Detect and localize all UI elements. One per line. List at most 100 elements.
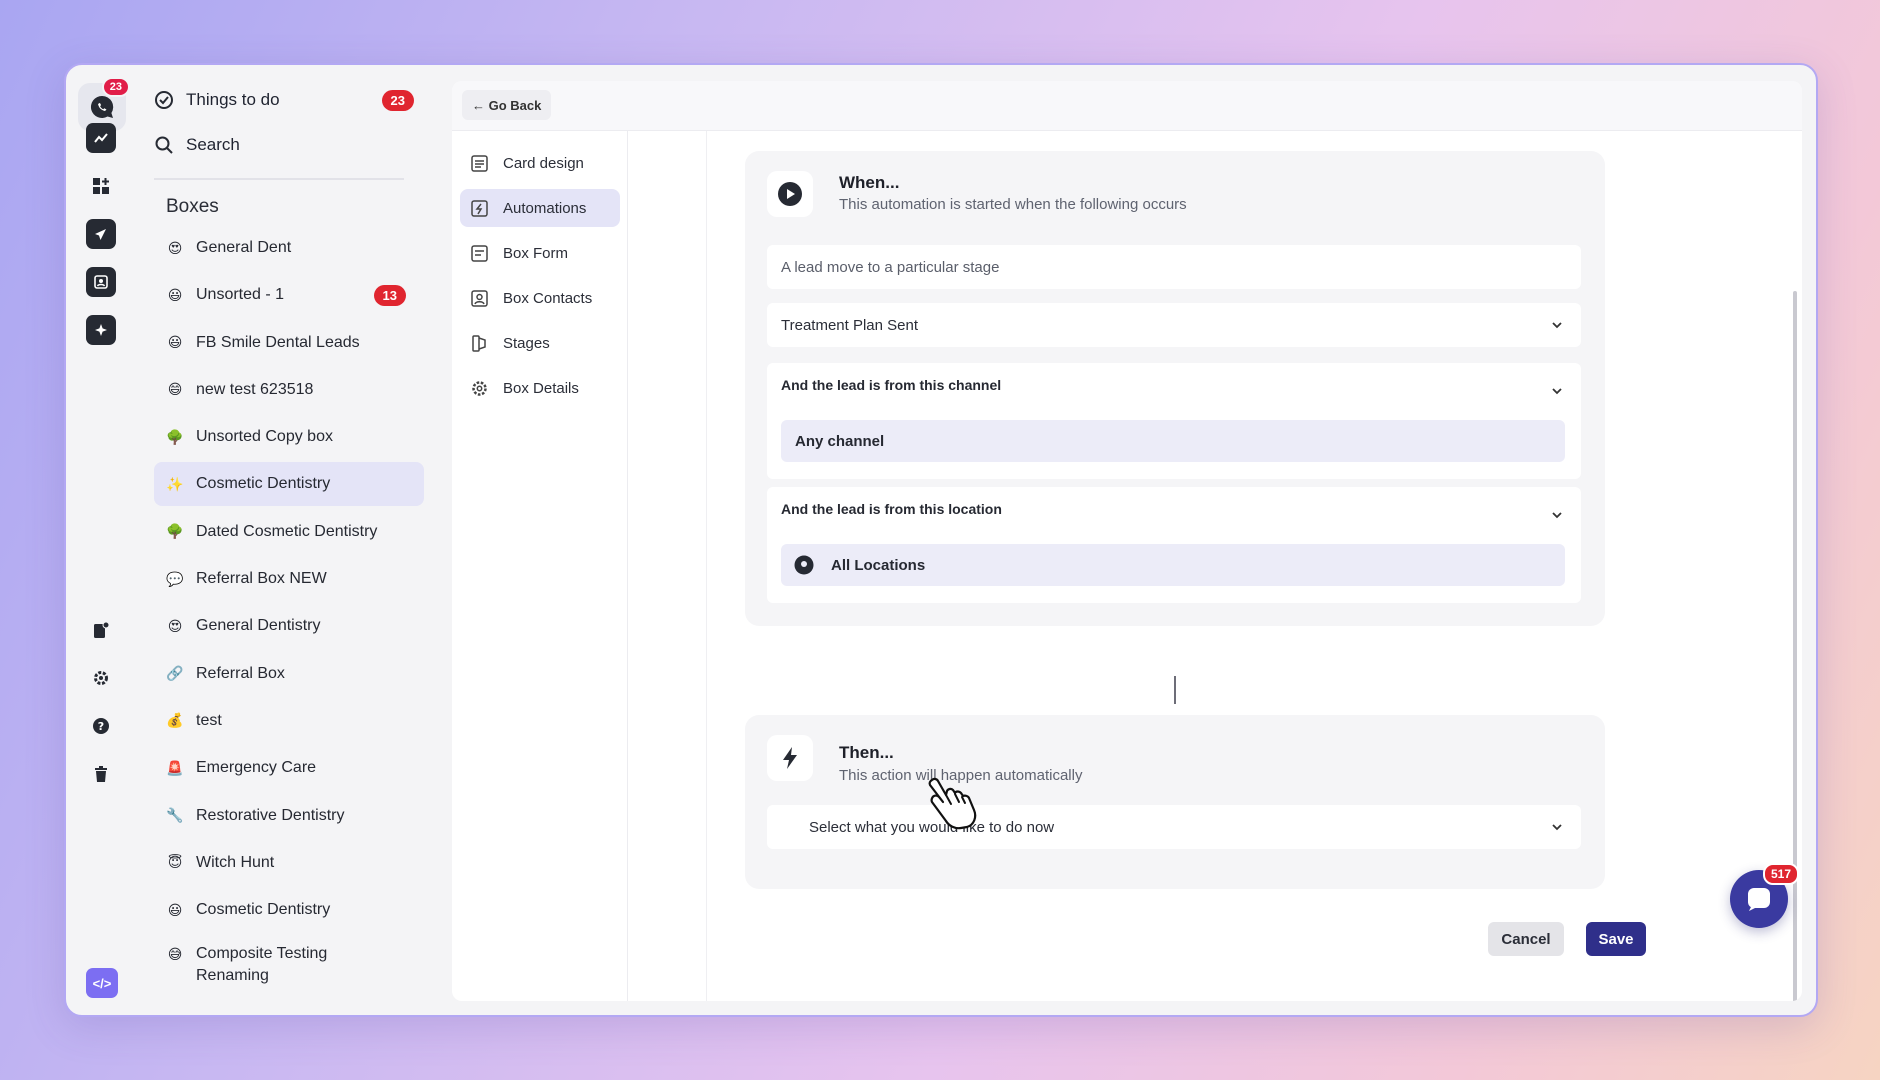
- box-emoji-icon: 😃: [167, 901, 183, 918]
- nav-divider: [154, 178, 404, 180]
- main-panel: ← Go Back Card design Automations Box Fo…: [452, 81, 1802, 1001]
- tab-card-design[interactable]: Card design: [460, 144, 620, 182]
- stage-select[interactable]: Treatment Plan Sent: [767, 303, 1581, 347]
- gear-icon: [472, 380, 487, 396]
- analytics-button[interactable]: [86, 123, 116, 153]
- box-item[interactable]: 🚨 Emergency Care: [154, 746, 424, 790]
- icon-rail: 23 ? </>: [66, 65, 136, 1015]
- box-emoji-icon: 😍: [167, 617, 183, 634]
- campaigns-button[interactable]: [86, 219, 116, 249]
- box-emoji-icon: 🌳: [166, 428, 184, 445]
- top-bar: ← Go Back: [452, 81, 1802, 131]
- form-icon: [471, 244, 488, 262]
- box-item[interactable]: 😄 new test 623518: [154, 368, 424, 412]
- tab-box-details[interactable]: Box Details: [460, 369, 620, 407]
- chevron-down-icon: [1552, 322, 1562, 329]
- vertical-scrollbar[interactable]: [1793, 291, 1797, 1001]
- stages-icon: [472, 334, 486, 352]
- chevron-down-icon[interactable]: [1551, 385, 1563, 397]
- tab-box-contacts[interactable]: Box Contacts: [460, 279, 620, 317]
- chat-unread-badge: 517: [1763, 863, 1800, 885]
- box-item[interactable]: 🌳 Unsorted Copy box: [154, 415, 424, 459]
- box-item[interactable]: 💬 Referral Box NEW: [154, 557, 424, 601]
- contacts-button[interactable]: [86, 267, 116, 297]
- box-item-active[interactable]: ✨ Cosmetic Dentistry: [154, 462, 424, 507]
- channel-select[interactable]: Any channel: [781, 420, 1565, 462]
- box-item[interactable]: 😃 FB Smile Dental Leads: [154, 321, 424, 365]
- go-back-button[interactable]: ← Go Back: [462, 90, 552, 120]
- box-settings-nav: Card design Automations Box Form Box Con…: [452, 131, 628, 1001]
- gear-icon: [94, 671, 108, 685]
- automation-editor: When... This automation is started when …: [628, 131, 1802, 1001]
- tab-automations[interactable]: Automations: [460, 189, 620, 227]
- box-item[interactable]: 😃 Unsorted - 1 13: [154, 273, 424, 317]
- trash-icon: [95, 766, 107, 782]
- box-label: General Dent: [196, 239, 292, 256]
- contacts-icon: [94, 275, 108, 289]
- action-select[interactable]: Select what you would like to do now: [767, 805, 1581, 849]
- box-item[interactable]: 🔗 Referral Box: [154, 652, 424, 696]
- box-item[interactable]: 😅 Composite Testing Renaming: [154, 935, 424, 987]
- when-card: When... This automation is started when …: [745, 151, 1605, 626]
- sparkle-icon: [95, 324, 107, 336]
- box-emoji-icon: 💬: [166, 570, 184, 587]
- box-label: Unsorted - 1: [196, 286, 285, 304]
- box-label: Unsorted Copy box: [196, 428, 333, 446]
- ai-button[interactable]: [86, 315, 116, 345]
- box-emoji-icon: 😃: [167, 334, 183, 351]
- flow-connector: [1174, 676, 1176, 704]
- app-window: 23 ? </> Things to do 23 Search Boxes 😍 …: [64, 63, 1818, 1017]
- hand-cursor-icon: [928, 777, 977, 830]
- box-label: Composite Testing Renaming: [196, 945, 328, 985]
- location-select[interactable]: All Locations: [781, 544, 1565, 586]
- trash-button[interactable]: [86, 759, 116, 789]
- things-to-do-item[interactable]: Things to do 23: [154, 85, 414, 115]
- box-emoji-icon: 😄: [167, 381, 183, 398]
- box-label: Cosmetic Dentistry: [196, 901, 331, 919]
- box-emoji-icon: 😇: [167, 854, 183, 871]
- dashboard-button[interactable]: [86, 171, 116, 201]
- box-item[interactable]: 😍 General Dentistry: [154, 604, 424, 648]
- box-item[interactable]: 😍 General Dent: [154, 226, 424, 270]
- stage-value: Treatment Plan Sent: [781, 316, 919, 334]
- boxes-sidebar: Things to do 23 Search Boxes 😍 General De…: [154, 65, 444, 1015]
- box-label: Referral Box: [196, 664, 285, 682]
- box-item[interactable]: 🔧 Restorative Dentistry: [154, 794, 424, 838]
- tab-label: Box Form: [503, 244, 569, 262]
- box-item[interactable]: 😃 Cosmetic Dentistry: [154, 888, 424, 932]
- save-button[interactable]: Save: [1586, 922, 1646, 956]
- box-item[interactable]: 😇 Witch Hunt: [154, 841, 424, 885]
- cancel-button[interactable]: Cancel: [1488, 922, 1564, 956]
- box-emoji-icon: 🚨: [166, 759, 184, 776]
- boxes-heading: Boxes: [166, 196, 219, 217]
- box-item[interactable]: 💰 test: [154, 699, 424, 743]
- box-item[interactable]: 🌳 Dated Cosmetic Dentistry: [154, 510, 424, 554]
- tab-label: Box Details: [503, 379, 579, 397]
- settings-button[interactable]: [86, 663, 116, 693]
- trigger-field[interactable]: A lead move to a particular stage: [767, 245, 1581, 289]
- location-group: And the lead is from this location All L…: [767, 487, 1581, 603]
- tab-box-form[interactable]: Box Form: [460, 234, 620, 272]
- tab-label: Automations: [503, 199, 587, 217]
- editor-canvas: When... This automation is started when …: [706, 131, 1756, 1001]
- dashboard-icon: [93, 178, 109, 194]
- chevron-down-icon[interactable]: [1551, 509, 1563, 521]
- location-pin-icon: [794, 555, 814, 575]
- play-icon: [778, 182, 802, 206]
- tasks-settings-button[interactable]: [86, 615, 116, 645]
- box-count-badge: 13: [373, 284, 406, 306]
- chevron-down-icon: [1552, 824, 1562, 831]
- tab-stages[interactable]: Stages: [460, 324, 620, 362]
- search-item[interactable]: Search: [154, 130, 414, 160]
- developer-button[interactable]: </>: [86, 968, 118, 998]
- analytics-icon: [94, 133, 108, 143]
- box-emoji-icon: ✨: [166, 475, 184, 492]
- box-label: test: [196, 711, 222, 729]
- search-label: Search: [186, 135, 240, 154]
- help-button[interactable]: ?: [86, 711, 116, 741]
- box-label: FB Smile Dental Leads: [196, 333, 360, 351]
- lightning-icon: [783, 747, 797, 769]
- help-icon: ?: [93, 718, 109, 734]
- tab-label: Card design: [503, 154, 584, 172]
- code-icon: </>: [92, 975, 112, 991]
